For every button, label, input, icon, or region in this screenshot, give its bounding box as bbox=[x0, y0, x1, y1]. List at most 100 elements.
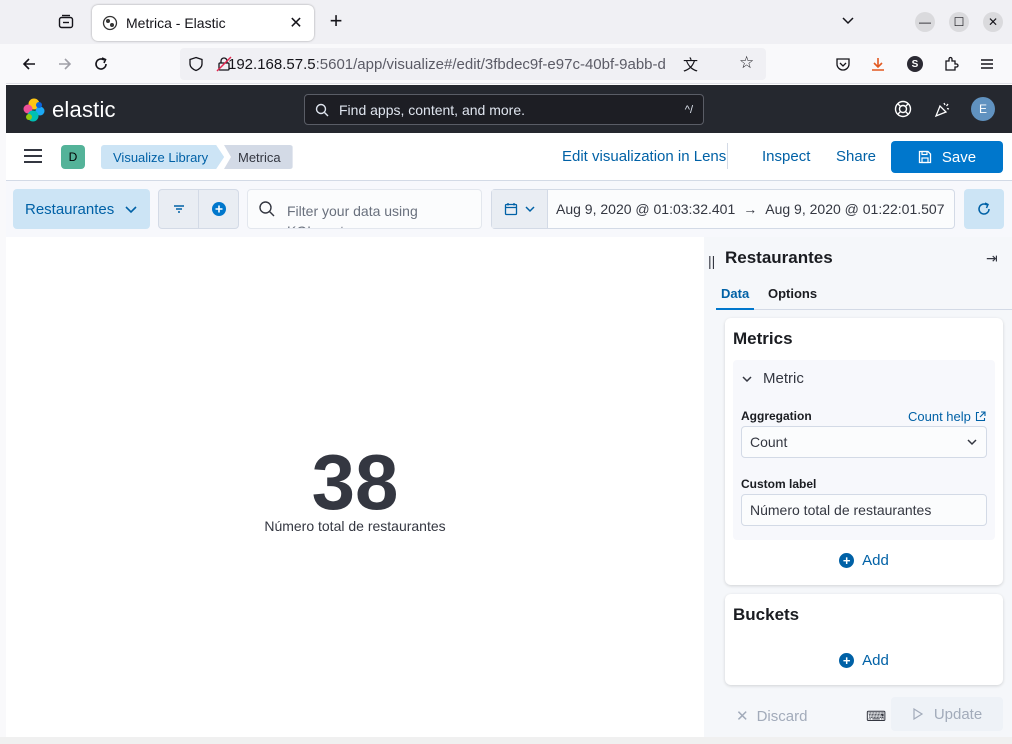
aggregation-value: Count bbox=[750, 434, 788, 450]
custom-label-input[interactable]: Número total de restaurantes bbox=[741, 494, 987, 526]
metric-value: 38 bbox=[311, 438, 399, 526]
chevron-down-icon bbox=[742, 375, 752, 382]
external-link-icon bbox=[975, 411, 986, 422]
filter-button-group bbox=[158, 189, 239, 229]
discard-button[interactable]: ✕ Discard bbox=[736, 707, 807, 726]
app-header-bar: D Visualize Library Metrica Edit visuali… bbox=[6, 133, 1012, 181]
new-tab-icon[interactable]: + bbox=[324, 10, 348, 34]
refresh-button[interactable] bbox=[964, 189, 1004, 229]
collapse-sidebar-icon[interactable]: ⇥ bbox=[986, 250, 998, 267]
inspect-link[interactable]: Inspect bbox=[762, 148, 810, 165]
index-pattern-label: Restaurantes bbox=[25, 200, 115, 218]
edit-in-lens-link[interactable]: Edit visualization in Lens bbox=[562, 148, 726, 165]
filter-menu-icon[interactable] bbox=[159, 190, 199, 228]
extensions-icon[interactable] bbox=[939, 52, 963, 76]
global-search-input[interactable]: Find apps, content, and more. ^/ bbox=[304, 94, 704, 125]
metric-label: Número total de restaurantes bbox=[264, 518, 446, 534]
url-bar[interactable]: 192.168.57.5:5601/app/visualize#/edit/3f… bbox=[180, 48, 766, 80]
global-search-placeholder: Find apps, content, and more. bbox=[339, 101, 525, 118]
save-button[interactable]: Save bbox=[891, 141, 1003, 173]
tab-options[interactable]: Options bbox=[768, 286, 817, 301]
translate-icon[interactable]: 文 bbox=[683, 54, 698, 75]
date-picker: Aug 9, 2020 @ 01:03:32.401 → Aug 9, 2020… bbox=[491, 189, 955, 229]
count-help-link[interactable]: Count help bbox=[908, 409, 986, 424]
chevron-down-icon bbox=[967, 439, 977, 446]
visualization-canvas: 38 Número total de restaurantes bbox=[6, 237, 704, 737]
elastic-logo-icon bbox=[23, 98, 45, 122]
start-date[interactable]: Aug 9, 2020 @ 01:03:32.401 bbox=[548, 201, 743, 217]
kql-search-input[interactable]: Filter your data using KQL syntax bbox=[247, 189, 482, 229]
aggregation-label: Aggregation bbox=[741, 409, 812, 423]
pocket-icon[interactable] bbox=[831, 52, 855, 76]
keyboard-icon[interactable]: ⌨ bbox=[866, 708, 886, 725]
tab-close-icon[interactable]: ✕ bbox=[288, 13, 304, 33]
kql-placeholder: Filter your data using KQL syntax bbox=[287, 203, 418, 228]
browser-tab[interactable]: Metrica - Elastic ✕ bbox=[92, 5, 314, 41]
share-link[interactable]: Share bbox=[836, 148, 876, 165]
user-avatar[interactable]: E bbox=[971, 97, 995, 121]
quick-date-menu[interactable] bbox=[492, 190, 548, 228]
metric-accordion-toggle[interactable]: Metric bbox=[741, 370, 804, 387]
news-feed-icon[interactable] bbox=[933, 99, 953, 119]
elastic-favicon-icon bbox=[102, 15, 118, 31]
search-shortcut-hint: ^/ bbox=[684, 103, 693, 116]
divider bbox=[727, 143, 728, 169]
space-avatar[interactable]: D bbox=[61, 145, 85, 169]
breadcrumb-current: Metrica bbox=[224, 145, 293, 169]
hamburger-menu-icon[interactable] bbox=[24, 149, 42, 163]
elastic-logo[interactable]: elastic bbox=[22, 97, 116, 123]
chevron-down-icon bbox=[524, 206, 535, 213]
list-tabs-icon[interactable] bbox=[840, 12, 860, 32]
index-pattern-selector[interactable]: Restaurantes bbox=[13, 189, 150, 229]
cross-icon: ✕ bbox=[736, 708, 749, 725]
maximize-icon[interactable]: ☐ bbox=[949, 12, 969, 32]
add-metric-button[interactable]: + Add bbox=[725, 552, 1003, 569]
forward-icon[interactable] bbox=[53, 52, 77, 76]
firefox-view-icon[interactable] bbox=[52, 10, 80, 34]
browser-tab-bar: Metrica - Elastic ✕ + — ☐ ✕ bbox=[0, 0, 1012, 44]
insecure-lock-icon[interactable] bbox=[216, 56, 232, 72]
sidebar-title: Restaurantes bbox=[725, 248, 833, 267]
buckets-title: Buckets bbox=[733, 605, 800, 624]
add-bucket-button[interactable]: + Add bbox=[725, 652, 1003, 669]
profile-icon[interactable]: S bbox=[903, 52, 927, 76]
elastic-wordmark: elastic bbox=[52, 97, 116, 122]
back-icon[interactable] bbox=[17, 52, 41, 76]
browser-toolbar: 192.168.57.5:5601/app/visualize#/edit/3f… bbox=[0, 44, 1012, 84]
chevron-down-icon bbox=[125, 206, 137, 214]
save-label: Save bbox=[941, 148, 977, 166]
bookmark-star-icon[interactable]: ☆ bbox=[739, 53, 754, 73]
metrics-title: Metrics bbox=[733, 329, 793, 348]
search-icon bbox=[259, 201, 275, 217]
metric-accordion-label: Metric bbox=[763, 370, 804, 387]
url-text[interactable]: 192.168.57.5:5601/app/visualize#/edit/3f… bbox=[228, 56, 688, 73]
metric-accordion: Metric Aggregation Count help Count Cust… bbox=[733, 360, 995, 540]
calendar-icon bbox=[504, 203, 517, 216]
menu-icon[interactable] bbox=[975, 52, 999, 76]
custom-label-label: Custom label bbox=[741, 477, 817, 491]
end-date[interactable]: Aug 9, 2020 @ 01:22:01.507 bbox=[757, 201, 952, 217]
help-icon[interactable] bbox=[893, 99, 913, 119]
resize-handle-icon[interactable]: || bbox=[708, 253, 715, 269]
tab-title: Metrica - Elastic bbox=[126, 15, 226, 31]
add-icon: + bbox=[839, 553, 855, 568]
downloads-icon[interactable] bbox=[866, 52, 890, 76]
metrics-panel: Metrics Metric Aggregation Count help Co… bbox=[725, 318, 1003, 585]
update-button[interactable]: Update bbox=[891, 697, 1003, 731]
minimize-icon[interactable]: — bbox=[915, 12, 935, 32]
editor-sidebar: || Restaurantes ⇥ Data Options Metrics M… bbox=[704, 237, 1012, 737]
buckets-panel: Buckets + Add bbox=[725, 594, 1003, 685]
refresh-icon bbox=[978, 202, 990, 215]
shield-icon[interactable] bbox=[188, 56, 204, 72]
close-window-icon[interactable]: ✕ bbox=[983, 12, 1003, 32]
date-range-arrow: → bbox=[743, 201, 758, 217]
kibana-header: elastic Find apps, content, and more. ^/… bbox=[6, 85, 1012, 133]
aggregation-select[interactable]: Count bbox=[741, 426, 987, 458]
save-icon bbox=[918, 150, 932, 164]
breadcrumb-visualize-library[interactable]: Visualize Library bbox=[101, 145, 224, 169]
background-window-strip bbox=[0, 737, 1012, 744]
sidebar-tabs: Data Options bbox=[715, 282, 1012, 310]
tab-data[interactable]: Data bbox=[715, 286, 755, 310]
add-filter-icon[interactable] bbox=[199, 190, 238, 228]
reload-icon[interactable] bbox=[89, 52, 113, 76]
